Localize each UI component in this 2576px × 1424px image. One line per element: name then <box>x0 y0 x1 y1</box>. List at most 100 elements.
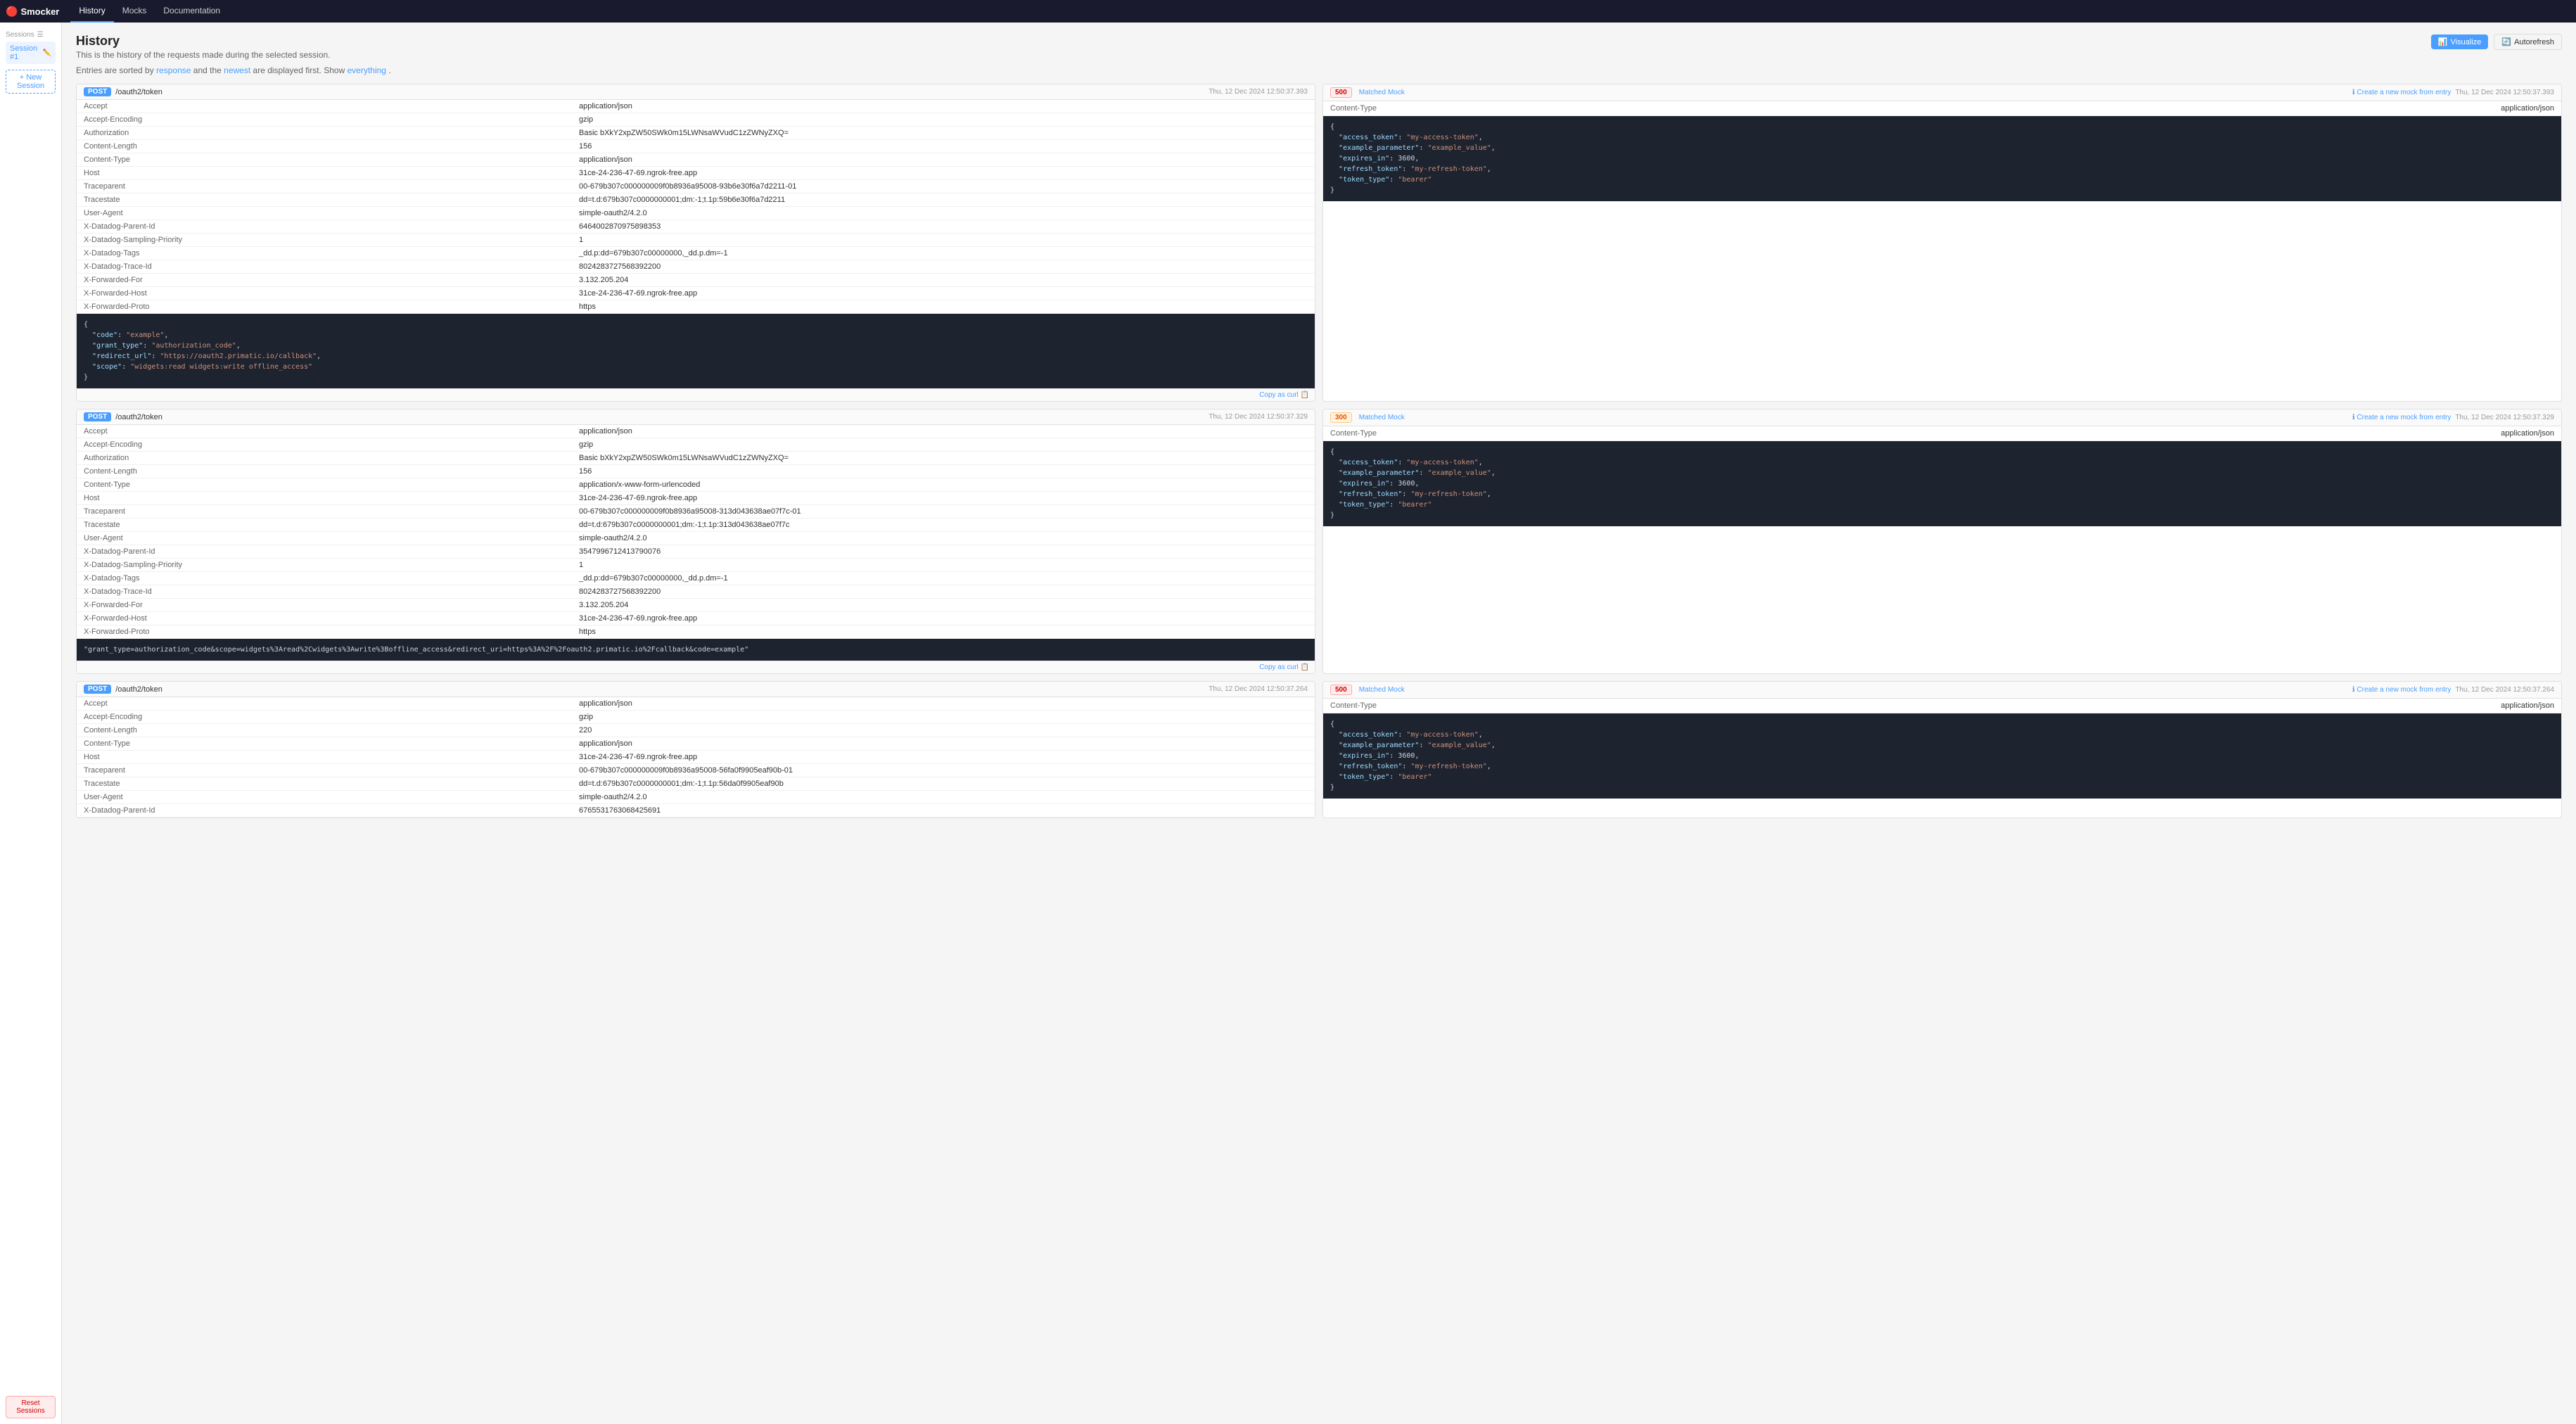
request-headers-table-2: Acceptapplication/jsonAccept-Encodinggzi… <box>77 425 1315 639</box>
sessions-label: Sessions ☰ <box>6 28 56 42</box>
table-row: AuthorizationBasic bXkY2xpZW50SWk0m15LWN… <box>77 452 1315 465</box>
table-row: X-Forwarded-For3.132.205.204 <box>77 274 1315 287</box>
table-row: Acceptapplication/json <box>77 100 1315 113</box>
table-row: X-Datadog-Parent-Id3547996712413790076 <box>77 545 1315 559</box>
response-header-right-2: ℹ Create a new mock from entry Thu, 12 D… <box>2352 414 2554 421</box>
table-row: Host31ce-24-236-47-69.ngrok-free.app <box>77 492 1315 505</box>
table-row: X-Forwarded-For3.132.205.204 <box>77 599 1315 612</box>
table-row: X-Datadog-Trace-Id8024283727568392200 <box>77 260 1315 274</box>
table-row: Traceparent00-679b307c000000009f0b8936a9… <box>77 180 1315 193</box>
request-header-left-3: POST /oauth2/token <box>84 685 162 694</box>
create-mock-link-1[interactable]: ℹ Create a new mock from entry <box>2352 89 2451 96</box>
response-body-1: { "access_token": "my-access-token", "ex… <box>1323 116 2561 201</box>
response-header-1: 500 Matched Mock ℹ Create a new mock fro… <box>1323 84 2561 101</box>
matched-mock-1: Matched Mock <box>1359 89 1405 96</box>
request-pair-1: POST /oauth2/token Thu, 12 Dec 2024 12:5… <box>76 84 2562 402</box>
tab-documentation[interactable]: Documentation <box>155 0 229 23</box>
table-row: AuthorizationBasic bXkY2xpZW50SWk0m15LWN… <box>77 127 1315 140</box>
hamburger-icon[interactable]: ☰ <box>37 31 44 39</box>
page-description: This is the history of the requests made… <box>76 50 331 60</box>
request-panel-1: POST /oauth2/token Thu, 12 Dec 2024 12:5… <box>76 84 1315 402</box>
request-path-2: /oauth2/token <box>115 413 162 421</box>
response-content-type-3: application/json <box>2501 701 2554 710</box>
page-header: History This is the history of the reque… <box>76 34 2562 60</box>
app-logo: 🔴 Smocker <box>6 6 59 18</box>
copy-bar-1: Copy as curl 📋 <box>77 388 1315 401</box>
table-row: X-Forwarded-Host31ce-24-236-47-69.ngrok-… <box>77 287 1315 300</box>
create-mock-link-3[interactable]: ℹ Create a new mock from entry <box>2352 686 2451 694</box>
header-actions: 📊 Visualize 🔄 Autorefresh <box>2431 34 2562 50</box>
request-body-1: { "code": "example", "grant_type": "auth… <box>77 314 1315 388</box>
sort-newest-link[interactable]: newest <box>224 65 250 75</box>
table-row: X-Forwarded-Protohttps <box>77 300 1315 314</box>
response-header-left-2: 300 Matched Mock <box>1330 412 1405 423</box>
table-row: Accept-Encodinggzip <box>77 711 1315 724</box>
table-row: Content-Typeapplication/json <box>77 153 1315 167</box>
response-header-3: 500 Matched Mock ℹ Create a new mock fro… <box>1323 682 2561 699</box>
edit-icon[interactable]: ✏️ <box>43 49 51 57</box>
table-row: User-Agentsimple-oauth2/4.2.0 <box>77 532 1315 545</box>
tab-history[interactable]: History <box>70 0 113 23</box>
method-badge-1: POST <box>84 87 111 96</box>
autorefresh-button[interactable]: 🔄 Autorefresh <box>2494 34 2562 50</box>
table-row: Host31ce-24-236-47-69.ngrok-free.app <box>77 751 1315 764</box>
table-row: X-Datadog-Sampling-Priority1 <box>77 559 1315 572</box>
reset-sessions-button[interactable]: Reset Sessions <box>6 1396 56 1418</box>
table-row: Content-Length156 <box>77 465 1315 478</box>
table-row: Tracestatedd=t.d:679b307c0000000001;dm:-… <box>77 193 1315 207</box>
refresh-icon: 🔄 <box>2501 37 2511 46</box>
entries-info: Entries are sorted by response and the n… <box>76 65 2562 75</box>
table-row: User-Agentsimple-oauth2/4.2.0 <box>77 207 1315 220</box>
response-panel-1: 500 Matched Mock ℹ Create a new mock fro… <box>1322 84 2562 402</box>
table-row: X-Datadog-Tags_dd.p:dd=679b307c00000000,… <box>77 247 1315 260</box>
copy-bar-2: Copy as curl 📋 <box>77 661 1315 673</box>
copy-as-curl-2[interactable]: Copy as curl 📋 <box>1259 663 1309 671</box>
request-timestamp-3: Thu, 12 Dec 2024 12:50:37.264 <box>1209 685 1308 693</box>
create-mock-link-2[interactable]: ℹ Create a new mock from entry <box>2352 414 2451 421</box>
table-row: X-Datadog-Tags_dd.p:dd=679b307c00000000,… <box>77 572 1315 585</box>
copy-as-curl-1[interactable]: Copy as curl 📋 <box>1259 391 1309 399</box>
response-header-right-3: ℹ Create a new mock from entry Thu, 12 D… <box>2352 686 2554 694</box>
tab-mocks[interactable]: Mocks <box>114 0 155 23</box>
table-row: X-Forwarded-Host31ce-24-236-47-69.ngrok-… <box>77 612 1315 625</box>
new-session-button[interactable]: + New Session <box>6 70 56 94</box>
top-navigation: 🔴 Smocker History Mocks Documentation <box>0 0 2576 23</box>
show-everything-link[interactable]: everything <box>347 65 386 75</box>
table-row: X-Datadog-Parent-Id6765531763068425691 <box>77 804 1315 818</box>
response-timestamp-1: Thu, 12 Dec 2024 12:50:37.393 <box>2455 89 2554 96</box>
request-header-left-2: POST /oauth2/token <box>84 412 162 421</box>
matched-mock-2: Matched Mock <box>1359 414 1405 421</box>
response-content-type-row-3: Content-Type application/json <box>1323 699 2561 713</box>
response-header-right-1: ℹ Create a new mock from entry Thu, 12 D… <box>2352 89 2554 96</box>
table-row: Host31ce-24-236-47-69.ngrok-free.app <box>77 167 1315 180</box>
request-path-1: /oauth2/token <box>115 88 162 96</box>
response-content-type-row-1: Content-Type application/json <box>1323 101 2561 116</box>
response-panel-3: 500 Matched Mock ℹ Create a new mock fro… <box>1322 681 2562 818</box>
response-timestamp-2: Thu, 12 Dec 2024 12:50:37.329 <box>2455 414 2554 421</box>
table-row: X-Datadog-Parent-Id6464002870975898353 <box>77 220 1315 234</box>
table-row: X-Datadog-Sampling-Priority1 <box>77 234 1315 247</box>
response-header-2: 300 Matched Mock ℹ Create a new mock fro… <box>1323 409 2561 426</box>
request-timestamp-1: Thu, 12 Dec 2024 12:50:37.393 <box>1209 88 1308 96</box>
bar-chart-icon: 📊 <box>2438 37 2448 46</box>
sort-response-link[interactable]: response <box>156 65 191 75</box>
request-header-2: POST /oauth2/token Thu, 12 Dec 2024 12:5… <box>77 409 1315 425</box>
table-row: Content-Typeapplication/json <box>77 737 1315 751</box>
sidebar: Sessions ☰ Session #1 ✏️ + New Session R… <box>0 23 62 1424</box>
response-content-type-2: application/json <box>2501 429 2554 438</box>
table-row: Content-Length156 <box>77 140 1315 153</box>
response-body-3: { "access_token": "my-access-token", "ex… <box>1323 713 2561 799</box>
request-pair-3: POST /oauth2/token Thu, 12 Dec 2024 12:5… <box>76 681 2562 818</box>
response-panel-2: 300 Matched Mock ℹ Create a new mock fro… <box>1322 409 2562 674</box>
response-header-left-1: 500 Matched Mock <box>1330 87 1405 98</box>
request-path-3: /oauth2/token <box>115 685 162 694</box>
main-content: History This is the history of the reque… <box>62 23 2576 1424</box>
method-badge-3: POST <box>84 685 111 694</box>
table-row: User-Agentsimple-oauth2/4.2.0 <box>77 791 1315 804</box>
response-body-2: { "access_token": "my-access-token", "ex… <box>1323 441 2561 526</box>
visualize-button[interactable]: 📊 Visualize <box>2431 34 2489 49</box>
status-badge-3: 500 <box>1330 685 1352 695</box>
table-row: Accept-Encodinggzip <box>77 113 1315 127</box>
response-content-type-1: application/json <box>2501 104 2554 113</box>
sidebar-item-session1[interactable]: Session #1 ✏️ <box>6 42 56 64</box>
